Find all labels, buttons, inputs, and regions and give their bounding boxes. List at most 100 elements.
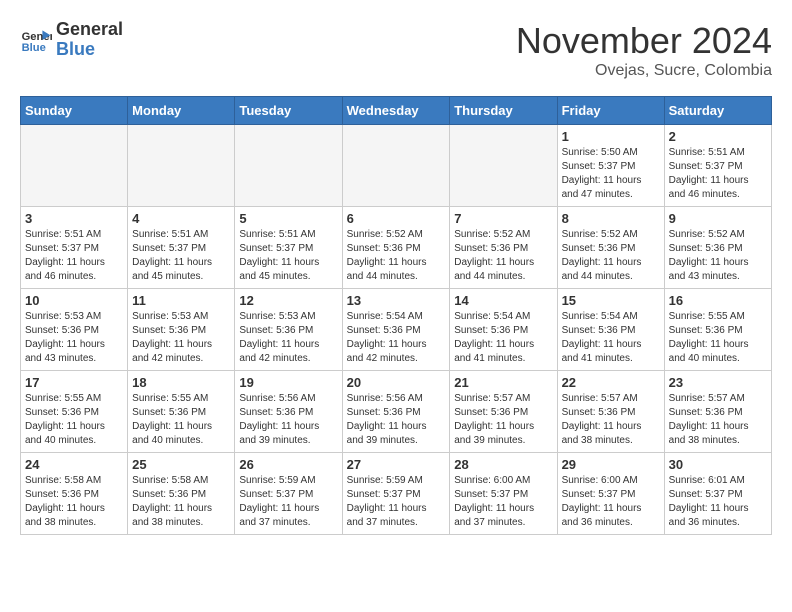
day-number: 8 [562, 211, 660, 226]
day-number: 15 [562, 293, 660, 308]
day-number: 6 [347, 211, 446, 226]
calendar-cell: 24 Sunrise: 5:58 AM Sunset: 5:36 PM Dayli… [21, 453, 128, 535]
day-number: 10 [25, 293, 123, 308]
day-info: Sunrise: 5:52 AM Sunset: 5:36 PM Dayligh… [669, 228, 767, 284]
calendar-week-5: 24 Sunrise: 5:58 AM Sunset: 5:36 PM Dayli… [21, 453, 772, 535]
day-info: Sunrise: 5:54 AM Sunset: 5:36 PM Dayligh… [454, 310, 552, 366]
weekday-header-row: SundayMondayTuesdayWednesdayThursdayFrid… [21, 97, 772, 125]
weekday-header-tuesday: Tuesday [235, 97, 342, 125]
calendar-cell: 8 Sunrise: 5:52 AM Sunset: 5:36 PM Daylig… [557, 207, 664, 289]
day-number: 4 [132, 211, 230, 226]
day-info: Sunrise: 5:53 AM Sunset: 5:36 PM Dayligh… [25, 310, 123, 366]
day-number: 7 [454, 211, 552, 226]
calendar-week-2: 3 Sunrise: 5:51 AM Sunset: 5:37 PM Daylig… [21, 207, 772, 289]
day-info: Sunrise: 6:01 AM Sunset: 5:37 PM Dayligh… [669, 474, 767, 530]
day-number: 13 [347, 293, 446, 308]
day-info: Sunrise: 5:51 AM Sunset: 5:37 PM Dayligh… [239, 228, 337, 284]
calendar-week-1: 1 Sunrise: 5:50 AM Sunset: 5:37 PM Daylig… [21, 125, 772, 207]
calendar-cell: 18 Sunrise: 5:55 AM Sunset: 5:36 PM Dayli… [128, 371, 235, 453]
calendar-cell: 25 Sunrise: 5:58 AM Sunset: 5:36 PM Dayli… [128, 453, 235, 535]
day-number: 17 [25, 375, 123, 390]
day-info: Sunrise: 5:56 AM Sunset: 5:36 PM Dayligh… [347, 392, 446, 448]
day-info: Sunrise: 5:56 AM Sunset: 5:36 PM Dayligh… [239, 392, 337, 448]
svg-text:General: General [22, 31, 52, 43]
calendar-cell: 28 Sunrise: 6:00 AM Sunset: 5:37 PM Dayli… [450, 453, 557, 535]
day-number: 29 [562, 457, 660, 472]
day-info: Sunrise: 5:54 AM Sunset: 5:36 PM Dayligh… [562, 310, 660, 366]
page-header: General Blue General Blue November 2024 … [20, 20, 772, 80]
calendar-cell: 26Sunrise: 5:59 AM Sunset: 5:37 PM Dayli… [235, 453, 342, 535]
day-number: 23 [669, 375, 767, 390]
day-info: Sunrise: 5:59 AM Sunset: 5:37 PM Dayligh… [239, 474, 337, 530]
day-number: 28 [454, 457, 552, 472]
weekday-header-thursday: Thursday [450, 97, 557, 125]
calendar-cell: 27 Sunrise: 5:59 AM Sunset: 5:37 PM Dayli… [342, 453, 450, 535]
day-number: 14 [454, 293, 552, 308]
weekday-header-monday: Monday [128, 97, 235, 125]
calendar-cell [128, 125, 235, 207]
calendar-cell [450, 125, 557, 207]
logo-line1: General [56, 20, 123, 40]
day-info: Sunrise: 5:55 AM Sunset: 5:36 PM Dayligh… [25, 392, 123, 448]
calendar-cell: 9 Sunrise: 5:52 AM Sunset: 5:36 PM Daylig… [664, 207, 771, 289]
day-number: 12 [239, 293, 337, 308]
calendar-cell: 5Sunrise: 5:51 AM Sunset: 5:37 PM Daylig… [235, 207, 342, 289]
calendar-week-4: 17 Sunrise: 5:55 AM Sunset: 5:36 PM Dayli… [21, 371, 772, 453]
calendar-cell: 22 Sunrise: 5:57 AM Sunset: 5:36 PM Dayli… [557, 371, 664, 453]
day-info: Sunrise: 5:54 AM Sunset: 5:36 PM Dayligh… [347, 310, 446, 366]
day-info: Sunrise: 5:57 AM Sunset: 5:36 PM Dayligh… [562, 392, 660, 448]
weekday-header-friday: Friday [557, 97, 664, 125]
day-number: 20 [347, 375, 446, 390]
day-info: Sunrise: 5:57 AM Sunset: 5:36 PM Dayligh… [669, 392, 767, 448]
day-info: Sunrise: 5:53 AM Sunset: 5:36 PM Dayligh… [239, 310, 337, 366]
day-number: 27 [347, 457, 446, 472]
calendar-cell: 20 Sunrise: 5:56 AM Sunset: 5:36 PM Dayli… [342, 371, 450, 453]
day-number: 18 [132, 375, 230, 390]
logo-line2: Blue [56, 40, 123, 60]
day-info: Sunrise: 5:59 AM Sunset: 5:37 PM Dayligh… [347, 474, 446, 530]
day-info: Sunrise: 5:53 AM Sunset: 5:36 PM Dayligh… [132, 310, 230, 366]
logo-icon: General Blue [20, 24, 52, 56]
calendar-cell [342, 125, 450, 207]
calendar-cell: 2Sunrise: 5:51 AM Sunset: 5:37 PM Daylig… [664, 125, 771, 207]
day-number: 30 [669, 457, 767, 472]
day-number: 19 [239, 375, 337, 390]
day-info: Sunrise: 5:58 AM Sunset: 5:36 PM Dayligh… [132, 474, 230, 530]
day-info: Sunrise: 6:00 AM Sunset: 5:37 PM Dayligh… [454, 474, 552, 530]
day-info: Sunrise: 5:52 AM Sunset: 5:36 PM Dayligh… [562, 228, 660, 284]
day-info: Sunrise: 5:57 AM Sunset: 5:36 PM Dayligh… [454, 392, 552, 448]
day-info: Sunrise: 5:51 AM Sunset: 5:37 PM Dayligh… [25, 228, 123, 284]
day-info: Sunrise: 5:51 AM Sunset: 5:37 PM Dayligh… [132, 228, 230, 284]
calendar-cell: 17 Sunrise: 5:55 AM Sunset: 5:36 PM Dayli… [21, 371, 128, 453]
calendar-cell: 10 Sunrise: 5:53 AM Sunset: 5:36 PM Dayli… [21, 289, 128, 371]
day-number: 25 [132, 457, 230, 472]
day-number: 22 [562, 375, 660, 390]
day-info: Sunrise: 5:50 AM Sunset: 5:37 PM Dayligh… [562, 146, 660, 202]
weekday-header-sunday: Sunday [21, 97, 128, 125]
day-number: 24 [25, 457, 123, 472]
day-info: Sunrise: 6:00 AM Sunset: 5:37 PM Dayligh… [562, 474, 660, 530]
day-info: Sunrise: 5:52 AM Sunset: 5:36 PM Dayligh… [347, 228, 446, 284]
day-info: Sunrise: 5:52 AM Sunset: 5:36 PM Dayligh… [454, 228, 552, 284]
calendar-cell: 11Sunrise: 5:53 AM Sunset: 5:36 PM Dayli… [128, 289, 235, 371]
calendar-cell [21, 125, 128, 207]
calendar-cell: 19 Sunrise: 5:56 AM Sunset: 5:36 PM Dayli… [235, 371, 342, 453]
day-number: 21 [454, 375, 552, 390]
calendar-cell: 7 Sunrise: 5:52 AM Sunset: 5:36 PM Daylig… [450, 207, 557, 289]
day-number: 3 [25, 211, 123, 226]
day-number: 2 [669, 129, 767, 144]
day-number: 9 [669, 211, 767, 226]
calendar-cell: 1 Sunrise: 5:50 AM Sunset: 5:37 PM Daylig… [557, 125, 664, 207]
day-info: Sunrise: 5:55 AM Sunset: 5:36 PM Dayligh… [132, 392, 230, 448]
calendar-cell: 23 Sunrise: 5:57 AM Sunset: 5:36 PM Dayli… [664, 371, 771, 453]
month-title: November 2024 [516, 20, 772, 62]
svg-text:Blue: Blue [22, 42, 46, 54]
day-info: Sunrise: 5:58 AM Sunset: 5:36 PM Dayligh… [25, 474, 123, 530]
day-info: Sunrise: 5:55 AM Sunset: 5:36 PM Dayligh… [669, 310, 767, 366]
calendar-cell: 30 Sunrise: 6:01 AM Sunset: 5:37 PM Dayli… [664, 453, 771, 535]
calendar-cell: 16Sunrise: 5:55 AM Sunset: 5:36 PM Dayli… [664, 289, 771, 371]
calendar-week-3: 10 Sunrise: 5:53 AM Sunset: 5:36 PM Dayli… [21, 289, 772, 371]
day-number: 1 [562, 129, 660, 144]
calendar-cell: 14 Sunrise: 5:54 AM Sunset: 5:36 PM Dayli… [450, 289, 557, 371]
title-block: November 2024 Ovejas, Sucre, Colombia [516, 20, 772, 80]
